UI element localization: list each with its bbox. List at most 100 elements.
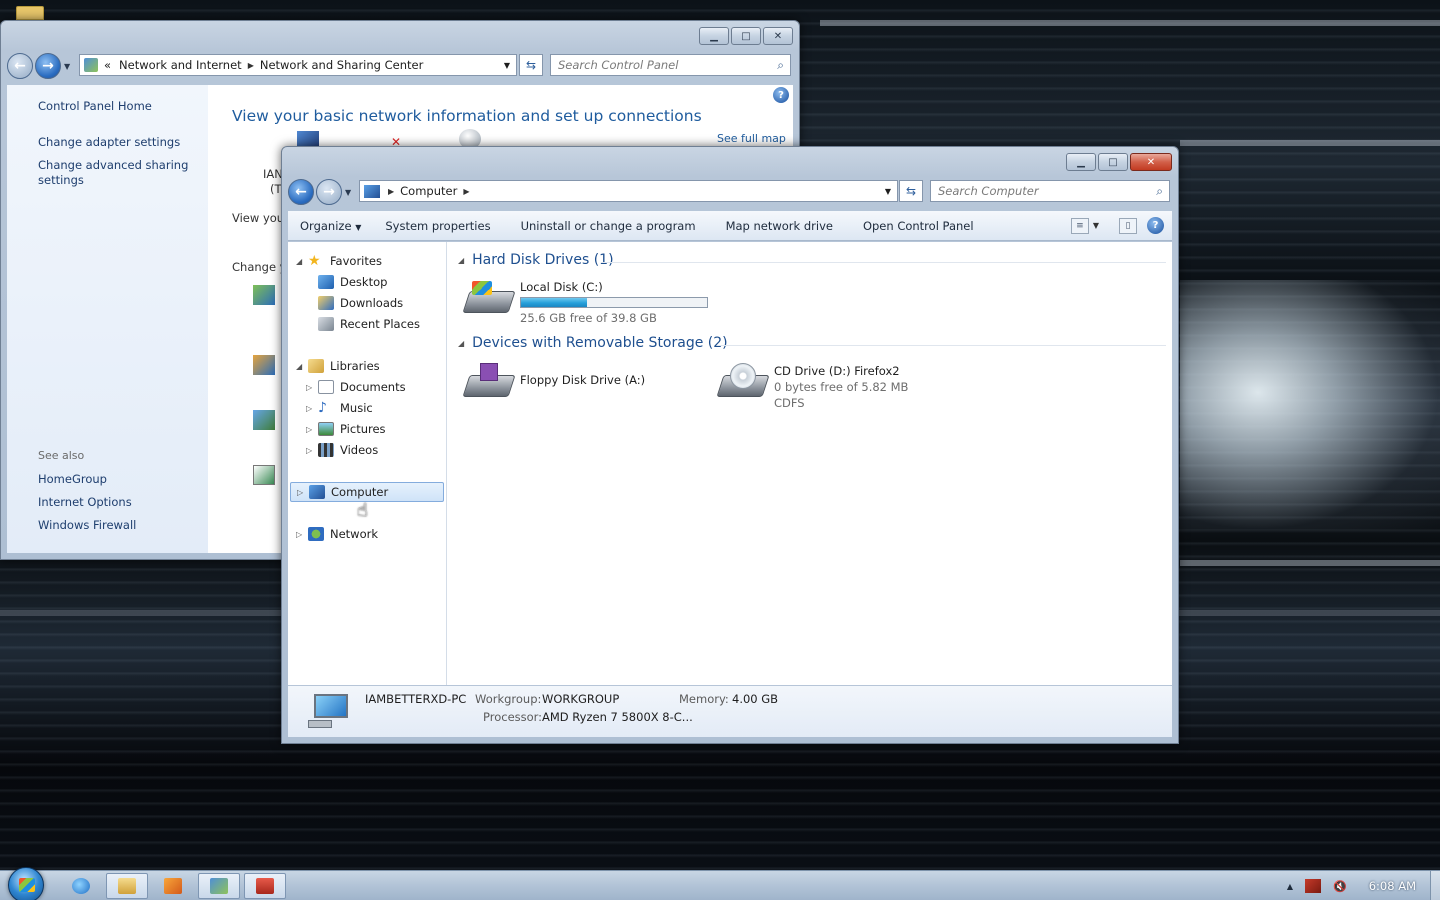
collapse-triangle-icon[interactable]: ◢ xyxy=(458,256,464,265)
open-control-panel-button[interactable]: Open Control Panel xyxy=(863,219,974,233)
pictures-icon xyxy=(318,422,334,436)
start-button[interactable] xyxy=(8,867,44,900)
search-icon[interactable]: ⌕ xyxy=(777,58,784,73)
control-panel-home-link[interactable]: Control Panel Home xyxy=(38,99,152,114)
change-advanced-sharing-link[interactable]: Change advanced sharing settings xyxy=(38,158,188,188)
uninstall-program-button[interactable]: Uninstall or change a program xyxy=(521,219,696,233)
see-full-map-link[interactable]: See full map xyxy=(717,132,786,145)
nav-buttons: ← → ▼ xyxy=(7,53,70,79)
change-view-button[interactable]: ≡ ▼ xyxy=(1070,217,1099,234)
maximize-button[interactable]: □ xyxy=(731,27,761,45)
see-also-heading: See also xyxy=(38,449,85,462)
breadcrumb-computer[interactable]: Computer xyxy=(400,184,457,198)
group-divider xyxy=(603,262,1166,263)
maximize-button[interactable]: □ xyxy=(1098,153,1128,171)
toolbox-icon xyxy=(256,878,274,894)
back-button[interactable]: ← xyxy=(288,179,314,205)
caption-buttons: ▁ □ ✕ xyxy=(1066,153,1172,171)
taskbar-media-player[interactable] xyxy=(152,873,194,899)
collapsed-triangle-icon[interactable]: ▷ xyxy=(306,383,316,392)
nav-downloads[interactable]: ▶ Downloads xyxy=(290,293,444,313)
nav-documents[interactable]: ▷ Documents xyxy=(290,377,444,397)
details-pane: IAMBETTERXD-PC Workgroup: WORKGROUP Memo… xyxy=(288,685,1172,737)
chevron-right-icon[interactable]: ▶ xyxy=(248,61,254,70)
preview-pane-icon[interactable]: ▯ xyxy=(1119,217,1137,234)
collapsed-triangle-icon[interactable]: ▷ xyxy=(306,425,316,434)
link-line-2: settings xyxy=(38,173,84,187)
address-overflow[interactable]: « xyxy=(104,58,111,72)
expanded-triangle-icon[interactable]: ◢ xyxy=(296,362,306,371)
organize-menu[interactable]: Organize ▼ xyxy=(300,219,361,233)
collapsed-triangle-icon[interactable]: ▷ xyxy=(306,404,316,413)
minimize-button[interactable]: ▁ xyxy=(699,27,729,45)
address-bar[interactable]: « Network and Internet ▶ Network and Sha… xyxy=(79,54,517,76)
taskbar-app-red[interactable] xyxy=(244,873,286,899)
chevron-right-icon[interactable]: ▶ xyxy=(388,187,394,196)
nav-libraries[interactable]: ◢ Libraries xyxy=(290,356,444,376)
drive-floppy-a[interactable]: Floppy Disk Drive (A:) xyxy=(462,363,645,401)
group-hard-disk-drives[interactable]: ◢ Hard Disk Drives (1) xyxy=(458,252,614,268)
back-button[interactable]: ← xyxy=(7,53,33,79)
chevron-down-icon[interactable]: ▼ xyxy=(885,187,891,196)
windows-firewall-link[interactable]: Windows Firewall xyxy=(38,518,136,533)
nav-computer[interactable]: ▷ Computer xyxy=(290,482,444,502)
nav-desktop[interactable]: ▶ Desktop xyxy=(290,272,444,292)
network-name-fragment: IAN xyxy=(263,167,283,181)
new-connection-icon[interactable] xyxy=(253,285,275,305)
change-adapter-settings-link[interactable]: Change adapter settings xyxy=(38,135,180,150)
taskbar-windows-explorer[interactable] xyxy=(106,873,148,899)
group-removable-storage[interactable]: ◢ Devices with Removable Storage (2) xyxy=(458,335,728,351)
nav-music[interactable]: ▷ ♪ Music xyxy=(290,398,444,418)
address-bar[interactable]: ▶ Computer ▶ ▼ xyxy=(359,180,898,202)
nav-pictures[interactable]: ▷ Pictures xyxy=(290,419,444,439)
taskbar-internet-explorer[interactable] xyxy=(60,873,102,899)
videos-icon xyxy=(318,443,334,457)
nav-videos[interactable]: ▷ Videos xyxy=(290,440,444,460)
expanded-triangle-icon[interactable]: ◢ xyxy=(296,257,306,266)
help-icon[interactable]: ? xyxy=(773,87,789,103)
nav-recent-places[interactable]: ▶ Recent Places xyxy=(290,314,444,334)
troubleshoot-icon[interactable] xyxy=(253,465,275,485)
clock[interactable]: 6:08 AM xyxy=(1369,879,1416,893)
nav-favorites[interactable]: ◢ ★ Favorites xyxy=(290,251,444,271)
chevron-right-icon[interactable]: ▶ xyxy=(463,187,469,196)
collapse-triangle-icon[interactable]: ◢ xyxy=(458,339,464,348)
collapsed-triangle-icon[interactable]: ▷ xyxy=(296,530,306,539)
search-icon[interactable]: ⌕ xyxy=(1156,184,1163,199)
connect-network-icon[interactable] xyxy=(253,355,275,375)
refresh-button[interactable]: ⇆ xyxy=(519,54,543,76)
map-network-drive-button[interactable]: Map network drive xyxy=(726,219,833,233)
minimize-button[interactable]: ▁ xyxy=(1066,153,1096,171)
collapsed-triangle-icon[interactable]: ▷ xyxy=(306,446,316,455)
forward-button[interactable]: → xyxy=(316,179,342,205)
action-center-icon[interactable] xyxy=(1305,879,1322,893)
close-button[interactable]: ✕ xyxy=(1130,153,1172,171)
forward-button[interactable]: → xyxy=(35,53,61,79)
show-hidden-icons[interactable]: ▲ xyxy=(1287,882,1293,891)
taskbar-control-panel[interactable] xyxy=(198,873,240,899)
breadcrumb-network-internet[interactable]: Network and Internet xyxy=(119,58,242,72)
computer-explorer-window[interactable]: ▁ □ ✕ ← → ▼ ▶ Computer ▶ ▼ ⇆ Search Comp… xyxy=(281,146,1179,744)
explorer-body: ◢ ★ Favorites ▶ Desktop ▶ Downloads ▶ Re… xyxy=(288,242,1172,685)
drive-cd-d[interactable]: CD Drive (D:) Firefox2 0 bytes free of 5… xyxy=(716,363,908,411)
homegroup-link[interactable]: HomeGroup xyxy=(38,472,107,487)
homegroup-sharing-icon[interactable] xyxy=(253,410,275,430)
recent-pages-dropdown[interactable]: ▼ xyxy=(64,62,70,71)
system-properties-button[interactable]: System properties xyxy=(385,219,490,233)
collapsed-triangle-icon[interactable]: ▷ xyxy=(297,488,307,497)
breadcrumb-network-sharing-center[interactable]: Network and Sharing Center xyxy=(260,58,423,72)
help-icon[interactable]: ? xyxy=(1147,217,1164,234)
desktop-folder-icon[interactable] xyxy=(16,6,44,20)
close-button[interactable]: ✕ xyxy=(763,27,793,45)
chevron-down-icon[interactable]: ▼ xyxy=(504,61,510,70)
disconnected-icon: ✕ xyxy=(391,135,402,149)
recent-pages-dropdown[interactable]: ▼ xyxy=(345,188,351,197)
search-control-panel-input[interactable]: Search Control Panel ⌕ xyxy=(550,54,791,76)
show-desktop-button[interactable] xyxy=(1430,871,1440,900)
refresh-button[interactable]: ⇆ xyxy=(899,180,923,202)
volume-muted-icon[interactable]: 🔇 xyxy=(1333,880,1347,893)
nav-network[interactable]: ▷ Network xyxy=(290,524,444,544)
search-computer-input[interactable]: Search Computer ⌕ xyxy=(930,180,1170,202)
drive-local-disk-c[interactable]: Local Disk (C:) 25.6 GB free of 39.8 GB xyxy=(462,279,708,326)
internet-options-link[interactable]: Internet Options xyxy=(38,495,132,510)
